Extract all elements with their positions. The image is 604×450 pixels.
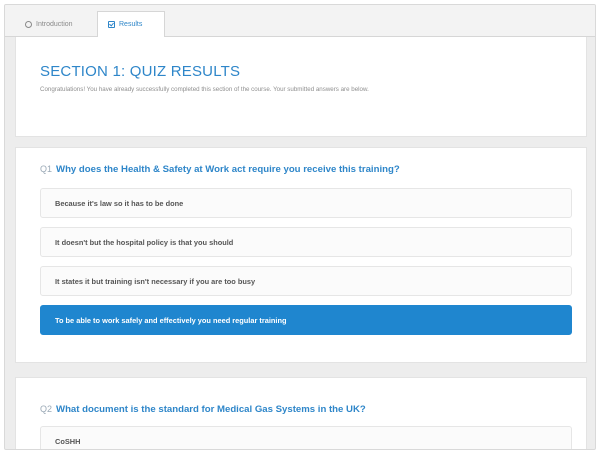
- quiz-window: Introduction Results SECTION 1: QUIZ RES…: [4, 4, 596, 450]
- answer-option[interactable]: CoSHH: [40, 426, 572, 449]
- question-heading: Q2 What document is the standard for Med…: [40, 404, 366, 415]
- question-panel-2: Q2 What document is the standard for Med…: [15, 377, 587, 449]
- tab-introduction[interactable]: Introduction: [15, 11, 83, 37]
- question-text: What document is the standard for Medica…: [56, 404, 366, 415]
- answer-option-selected[interactable]: To be able to work safely and effectivel…: [40, 305, 572, 335]
- clock-icon: [25, 20, 32, 28]
- question-heading: Q1 Why does the Health & Safety at Work …: [40, 164, 400, 175]
- tab-bar: Introduction Results: [5, 5, 595, 38]
- page-title: SECTION 1: QUIZ RESULTS: [40, 63, 241, 80]
- tab-introduction-label: Introduction: [36, 20, 73, 28]
- tab-results-label: Results: [119, 21, 143, 28]
- checkbox-icon: [108, 21, 115, 28]
- question-number: Q2: [40, 404, 53, 414]
- answer-option[interactable]: It doesn't but the hospital policy is th…: [40, 227, 572, 257]
- page-subtitle: Congratulations! You have already succes…: [40, 86, 369, 93]
- question-number: Q1: [40, 164, 53, 174]
- answer-option[interactable]: It states it but training isn't necessar…: [40, 266, 572, 296]
- question-text: Why does the Health & Safety at Work act…: [56, 164, 400, 175]
- answer-option[interactable]: Because it's law so it has to be done: [40, 188, 572, 218]
- results-header-panel: SECTION 1: QUIZ RESULTS Congratulations!…: [15, 37, 587, 137]
- question-panel-1: Q1 Why does the Health & Safety at Work …: [15, 147, 587, 363]
- tab-results[interactable]: Results: [97, 11, 165, 38]
